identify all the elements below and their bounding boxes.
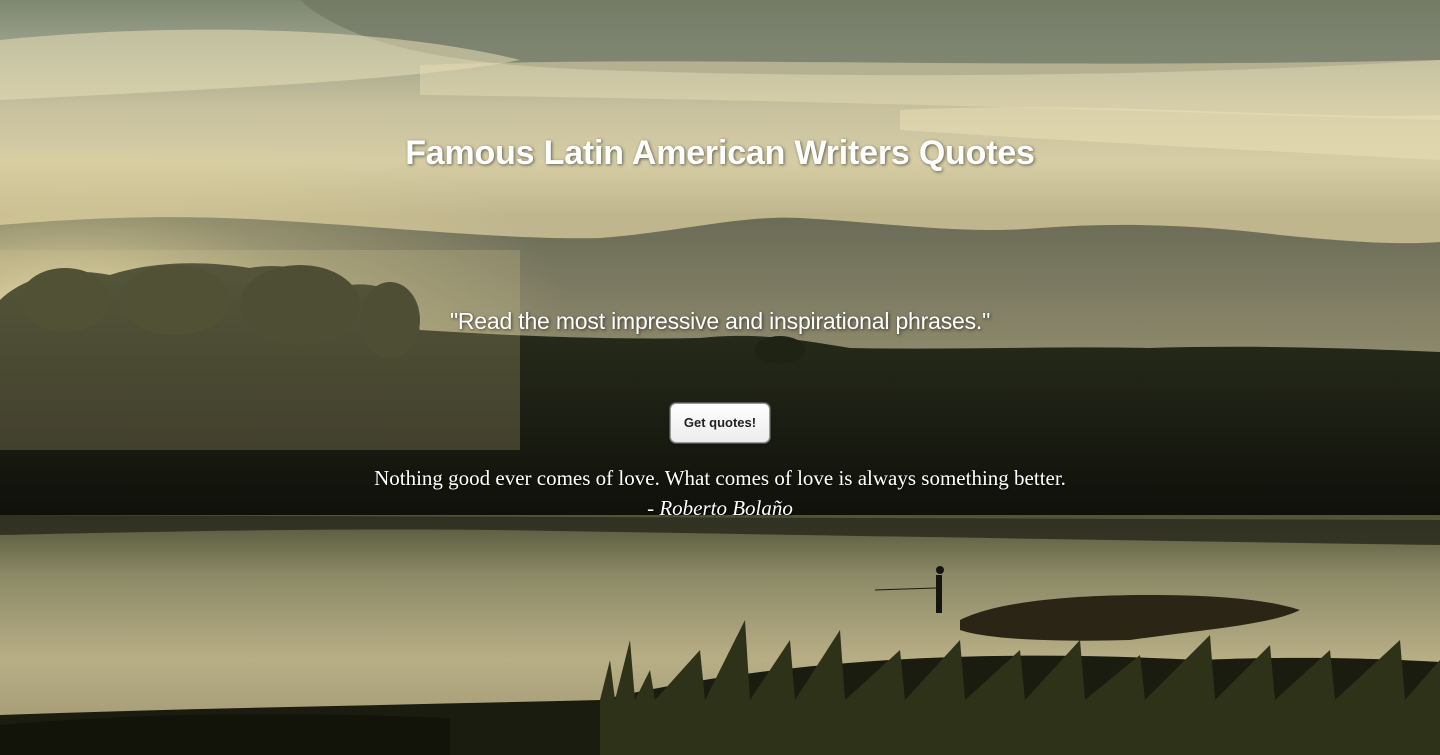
background-landscape-image	[0, 0, 1440, 755]
get-quotes-button[interactable]: Get quotes!	[670, 403, 770, 443]
page-title: Famous Latin American Writers Quotes	[405, 134, 1035, 172]
quote-author: - Roberto Bolaño	[0, 494, 1440, 522]
quote-author-prefix: -	[647, 496, 660, 520]
quote-author-name: Roberto Bolaño	[659, 496, 793, 520]
page-subtitle: "Read the most impressive and inspiratio…	[449, 308, 991, 334]
quote-text: Nothing good ever comes of love. What co…	[374, 466, 1066, 490]
